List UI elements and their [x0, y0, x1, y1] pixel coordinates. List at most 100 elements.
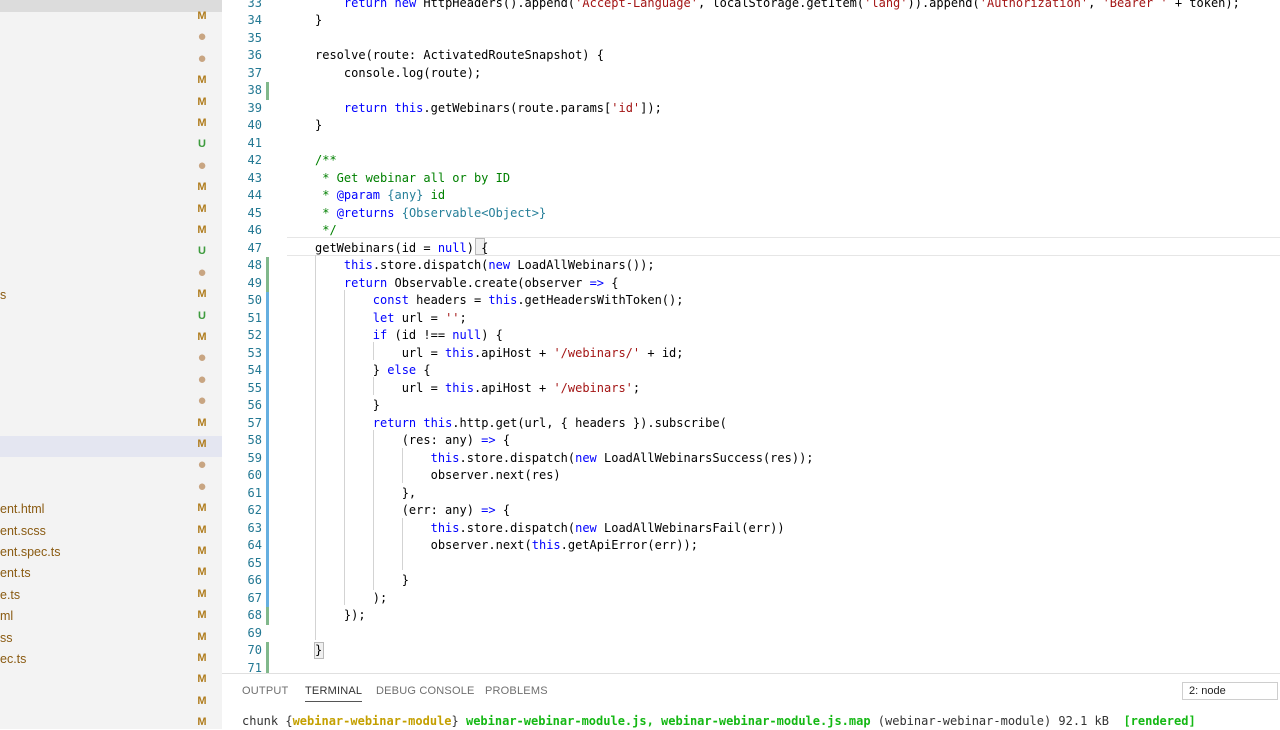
file-row[interactable]: sM [0, 285, 222, 306]
code-line: }, [315, 485, 417, 500]
code-line: /** [315, 153, 337, 167]
code-line: url = this.apiHost + '/webinars/' + id; [315, 345, 684, 360]
file-row[interactable]: ec.ts M [0, 649, 222, 670]
file-row[interactable]: ml M [0, 606, 222, 627]
terminal-prefix: chunk { [242, 714, 293, 728]
file-row[interactable]: M [0, 178, 222, 199]
file-row[interactable]: M [0, 435, 222, 456]
terminal-select-dropdown[interactable]: 2: node [1182, 682, 1278, 700]
code-line: ); [315, 590, 388, 605]
terminal-output-line: chunk {webinar-webinar-module} webinar-w… [242, 714, 1196, 728]
file-row[interactable]: ent.ts M [0, 563, 222, 584]
line-number: 50 [247, 293, 262, 307]
file-row[interactable]: ● [0, 349, 222, 370]
git-status-badge: M [197, 716, 207, 729]
file-row[interactable]: ent.scss M [0, 521, 222, 542]
code-line: }); [315, 608, 366, 622]
git-dot-icon: ● [197, 49, 207, 67]
gutter-change-marker [266, 537, 269, 555]
line-number: 52 [247, 328, 262, 342]
git-status-badge: M [197, 673, 207, 686]
git-status-badge: M [197, 694, 207, 707]
gutter-change-marker [266, 659, 269, 673]
line-number: 41 [247, 135, 262, 150]
gutter-change-marker [266, 397, 269, 415]
code-line: getWebinars(id = null) { [315, 240, 489, 255]
file-row[interactable]: ● [0, 478, 222, 499]
git-dot-icon: ● [197, 28, 207, 46]
git-dot-icon: ● [197, 349, 207, 367]
code-line: resolve(route: ActivatedRouteSnapshot) { [315, 48, 604, 62]
gutter-change-marker [266, 274, 269, 292]
file-row[interactable]: M [0, 692, 222, 713]
tab-output[interactable]: OUTPUT [242, 685, 288, 697]
line-number: 56 [247, 398, 262, 412]
git-dot-icon: ● [197, 156, 207, 174]
file-row[interactable]: M [0, 221, 222, 242]
git-status-badge: M [197, 10, 207, 22]
file-row[interactable]: ● [0, 371, 222, 392]
git-dot-icon: ● [197, 456, 207, 474]
git-status-badge: U [198, 138, 206, 151]
file-row[interactable]: M [0, 93, 222, 114]
line-number: 45 [247, 205, 262, 220]
line-number: 46 [247, 223, 262, 237]
line-number: 35 [247, 30, 262, 45]
code-editor[interactable]: 33 return new HttpHeaders().append('Acce… [222, 0, 1280, 673]
line-number: 42 [247, 153, 262, 167]
file-row[interactable]: ● [0, 264, 222, 285]
git-status-badge: M [197, 502, 207, 515]
file-row[interactable]: ● [0, 28, 222, 49]
gutter-change-marker [266, 327, 269, 345]
code-line: (err: any) => { [315, 503, 511, 517]
git-status-badge: M [197, 74, 207, 87]
code-line: } else { [315, 363, 431, 377]
code-line: if (id !== null) { [372, 328, 503, 342]
file-row[interactable]: M [0, 713, 222, 729]
file-row[interactable]: U [0, 307, 222, 328]
gutter-change-marker [266, 379, 269, 397]
tab-debug-console[interactable]: DEBUG CONSOLE [376, 685, 475, 697]
line-number: 58 [247, 433, 262, 447]
file-row[interactable]: ss M [0, 628, 222, 649]
line-number: 54 [247, 363, 262, 377]
code-line: console.log(route); [315, 65, 482, 80]
file-row[interactable]: M [0, 114, 222, 135]
gutter-change-marker [266, 519, 269, 537]
line-number: 63 [247, 520, 262, 535]
file-row[interactable]: M [0, 7, 222, 28]
gutter-change-marker [266, 572, 269, 590]
file-row[interactable]: ent.html M [0, 499, 222, 520]
code-line: return Observable.create(observer => { [343, 275, 619, 290]
tab-problems[interactable]: PROBLEMS [485, 685, 548, 697]
file-row[interactable]: M [0, 414, 222, 435]
code-line: this.store.dispatch(new LoadAllWebinarsF… [430, 520, 785, 535]
file-row[interactable]: ent.spec.ts M [0, 542, 222, 563]
git-status-badge: M [197, 630, 207, 643]
file-row[interactable]: M [0, 670, 222, 691]
gutter-change-marker [266, 467, 269, 485]
file-row[interactable]: M [0, 200, 222, 221]
gutter-change-marker [266, 642, 269, 660]
file-row[interactable]: M [0, 71, 222, 92]
line-number: 53 [247, 345, 262, 360]
code-line: return this.getWebinars(route.params['id… [343, 100, 662, 115]
file-row[interactable]: M [0, 328, 222, 349]
file-name: ec.ts [0, 652, 27, 666]
file-row[interactable]: ● [0, 50, 222, 71]
file-row[interactable]: U [0, 135, 222, 156]
file-row[interactable]: ● [0, 157, 222, 178]
file-row[interactable]: ● [0, 456, 222, 477]
line-number: 60 [247, 468, 262, 482]
line-number: 33 [247, 0, 262, 10]
tab-terminal[interactable]: TERMINAL [305, 685, 363, 702]
file-row[interactable]: e.ts M [0, 585, 222, 606]
gutter-change-marker [266, 484, 269, 502]
gutter-change-marker [266, 292, 269, 310]
code-line: * @returns {Observable<Object>} [315, 205, 547, 220]
file-name: ml [0, 609, 14, 624]
file-row[interactable]: ● [0, 392, 222, 413]
file-row[interactable]: U [0, 242, 222, 263]
terminal-files: webinar-webinar-module.js, webinar-webin… [465, 714, 871, 728]
line-number: 37 [247, 65, 262, 80]
